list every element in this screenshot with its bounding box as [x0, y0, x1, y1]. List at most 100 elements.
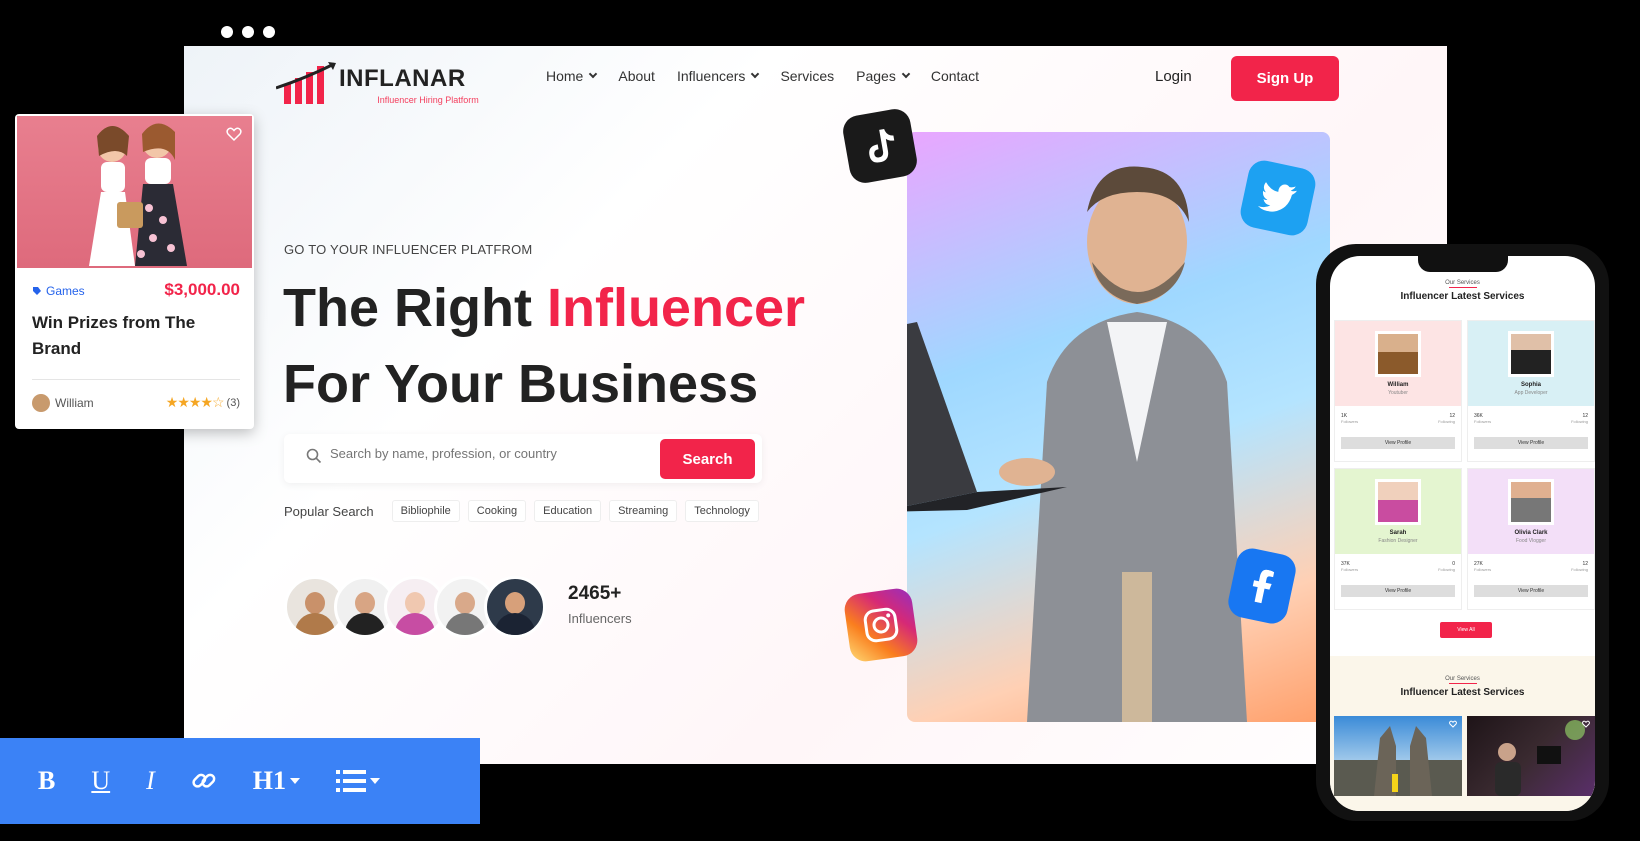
- profile-name: Olivia Clark: [1514, 530, 1548, 536]
- popular-tag[interactable]: Technology: [685, 500, 759, 522]
- logo-chart-icon: [276, 62, 336, 104]
- popular-tag[interactable]: Cooking: [467, 500, 527, 522]
- stat-label: Followers: [1341, 419, 1359, 424]
- card-rating: ★★★★☆ (3): [166, 394, 240, 411]
- profile-card[interactable]: Sarah Fashion Designer 37K Followers 0 Foll…: [1334, 468, 1462, 610]
- tiktok-icon: [840, 106, 920, 186]
- link-icon[interactable]: [191, 768, 217, 794]
- headline-accent: Influencer: [546, 278, 806, 338]
- heart-icon[interactable]: [226, 126, 242, 142]
- website-window: INFLANAR Influencer Hiring Platform Home…: [184, 46, 1447, 764]
- service-image[interactable]: [1467, 716, 1595, 796]
- hero-eyebrow: GO TO YOUR INFLUENCER PLATFROM: [284, 242, 533, 257]
- popular-tag[interactable]: Streaming: [609, 500, 678, 522]
- popular-tag[interactable]: Bibliophile: [391, 500, 460, 522]
- service-card[interactable]: Games $3,000.00 Win Prizes from The Bran…: [15, 114, 254, 429]
- profile-card[interactable]: William Youtuber 1K Followers 12 Following …: [1334, 320, 1462, 462]
- phone-section-title: Influencer Latest Services: [1400, 291, 1525, 302]
- underline-icon[interactable]: U: [91, 766, 110, 796]
- service-image[interactable]: [1334, 716, 1462, 796]
- bold-icon[interactable]: B: [38, 766, 55, 796]
- search-input[interactable]: [330, 446, 650, 461]
- nav-label: Home: [546, 68, 584, 84]
- instagram-icon: [842, 586, 920, 664]
- nav-home[interactable]: Home: [546, 68, 598, 84]
- profile-name: Sarah: [1389, 530, 1407, 536]
- category-tag[interactable]: Games: [32, 284, 85, 298]
- popular-search: Popular Search Bibliophile Cooking Educa…: [284, 500, 759, 522]
- search-button[interactable]: Search: [660, 439, 755, 479]
- popular-search-label: Popular Search: [284, 503, 374, 519]
- chevron-down-icon: [751, 69, 760, 79]
- stat-label: Following: [1571, 419, 1588, 424]
- chevron-down-icon: [901, 69, 911, 79]
- stat-label: Followers: [1474, 567, 1492, 572]
- logo[interactable]: INFLANAR Influencer Hiring Platform: [276, 58, 479, 105]
- heading-label: H1: [252, 766, 287, 795]
- phone-screen: Our Services Influencer Latest Services …: [1330, 256, 1595, 811]
- window-dot: [242, 26, 254, 38]
- search-bar: Search: [284, 434, 762, 483]
- nav-label: Pages: [856, 68, 896, 84]
- two-women-photo: [89, 123, 187, 266]
- influencer-count-label: Influencers: [568, 611, 632, 626]
- rating-count: (3): [226, 396, 240, 409]
- heart-icon[interactable]: [1582, 720, 1590, 728]
- phone-section-eyebrow: Our Services: [1330, 280, 1595, 288]
- headline-line2: For Your Business: [283, 354, 759, 414]
- view-all-button[interactable]: View All: [1440, 622, 1492, 638]
- italic-icon[interactable]: I: [146, 766, 155, 796]
- profile-card[interactable]: Sophia App Developer 36K Followers 12 Follo…: [1467, 320, 1595, 462]
- profile-card[interactable]: Olivia Clark Food Vlogger 27K Followers 12…: [1467, 468, 1595, 610]
- nav-services[interactable]: Services: [780, 68, 834, 84]
- card-title[interactable]: Win Prizes from The Brand: [32, 310, 237, 362]
- nav-pages[interactable]: Pages: [856, 68, 911, 84]
- card-author[interactable]: William: [32, 394, 94, 412]
- heading-icon[interactable]: H1: [252, 766, 301, 796]
- author-name: William: [55, 396, 94, 410]
- window-dots: [221, 26, 275, 38]
- stat-label: Following: [1438, 419, 1455, 424]
- signup-button[interactable]: Sign Up: [1231, 56, 1339, 101]
- nav-about[interactable]: About: [618, 68, 655, 84]
- stat-label: Followers: [1341, 567, 1359, 572]
- stat-label: Following: [1438, 567, 1455, 572]
- logo-name: INFLANAR: [339, 65, 466, 92]
- caret-down-icon: [290, 778, 301, 784]
- heart-icon[interactable]: [1449, 720, 1457, 728]
- view-profile-button[interactable]: View Profile: [1474, 437, 1588, 449]
- phone-section-eyebrow: Our Services: [1330, 676, 1595, 684]
- profile-role: Food Vlogger: [1515, 538, 1547, 544]
- login-link[interactable]: Login: [1155, 68, 1192, 85]
- phone-section-title: Influencer Latest Services: [1400, 687, 1525, 698]
- card-divider: [32, 379, 240, 380]
- nav-label: Influencers: [676, 68, 746, 84]
- logo-tagline: Influencer Hiring Platform: [377, 95, 479, 105]
- star-rating-icon: ★★★★☆: [165, 394, 225, 410]
- nav-influencers[interactable]: Influencers: [676, 68, 760, 84]
- popular-tag[interactable]: Education: [534, 500, 602, 522]
- profile-role: App Developer: [1514, 390, 1548, 396]
- nav-label: Services: [780, 68, 835, 84]
- card-price: $3,000.00: [164, 280, 240, 299]
- view-profile-button[interactable]: View Profile: [1474, 585, 1588, 597]
- phone-mockup: Our Services Influencer Latest Services …: [1316, 244, 1609, 821]
- view-profile-button[interactable]: View Profile: [1341, 437, 1455, 449]
- stat-label: Following: [1571, 567, 1588, 572]
- avatar[interactable]: [484, 576, 546, 638]
- author-avatar: [32, 394, 50, 412]
- formatting-toolbar: B U I H1: [0, 738, 480, 824]
- list-icon[interactable]: [336, 769, 381, 793]
- showcase-stage: INFLANAR Influencer Hiring Platform Home…: [0, 0, 1640, 841]
- twitter-icon: [1237, 157, 1319, 239]
- caret-down-icon: [370, 778, 381, 784]
- chevron-down-icon: [589, 69, 598, 79]
- profile-name: William: [1387, 382, 1409, 388]
- nav-contact[interactable]: Contact: [931, 68, 979, 84]
- view-profile-button[interactable]: View Profile: [1341, 585, 1455, 597]
- profile-role: Fashion Designer: [1378, 538, 1418, 544]
- profile-name: Sophia: [1520, 382, 1541, 388]
- influencer-avatars: [284, 576, 546, 638]
- influencer-count: 2465+: [568, 583, 622, 604]
- profile-role: Youtuber: [1388, 390, 1408, 396]
